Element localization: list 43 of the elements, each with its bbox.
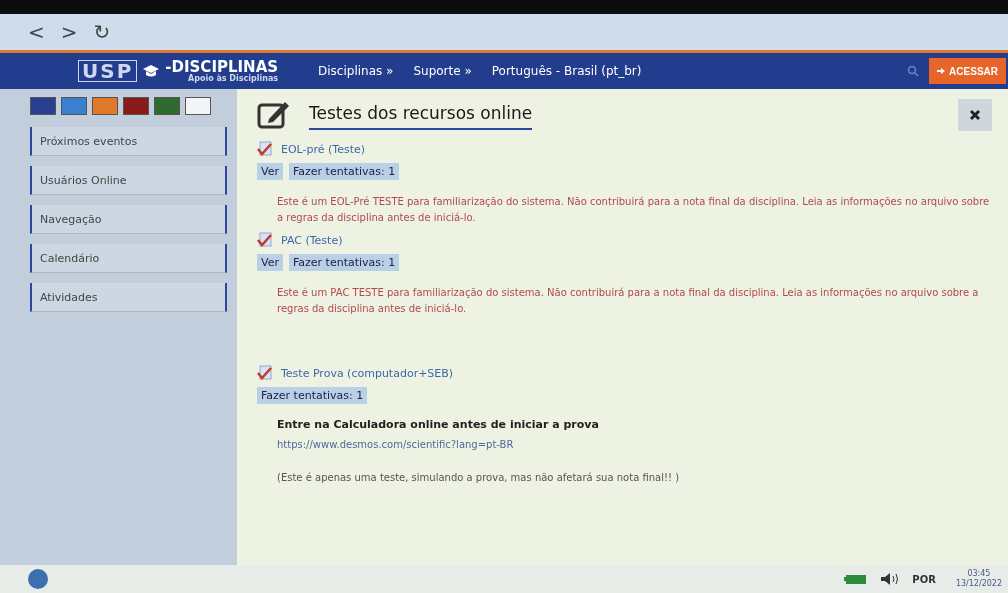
- activity-button[interactable]: Ver: [257, 163, 283, 180]
- edit-icon: [257, 99, 291, 129]
- activity-link[interactable]: Teste Prova (computador+SEB): [281, 366, 454, 380]
- start-button[interactable]: [28, 569, 48, 589]
- logo[interactable]: USP: [78, 60, 138, 82]
- clock-time[interactable]: 03:45: [967, 569, 991, 579]
- sidebar-block[interactable]: Usuários Online: [30, 166, 227, 195]
- activity-button[interactable]: Fazer tentativas: 1: [288, 163, 400, 180]
- battery-icon[interactable]: [844, 573, 869, 585]
- activity-link[interactable]: PAC (Teste): [281, 233, 343, 247]
- language-indicator[interactable]: POR: [912, 573, 936, 585]
- clock-date[interactable]: 13/12/2022: [955, 579, 1002, 589]
- sidebar-block[interactable]: Próximos eventos: [30, 127, 227, 156]
- quiz-icon: [257, 141, 273, 157]
- quiz-icon: [257, 365, 273, 381]
- activity-instruction: Entre na Calculadora online antes de iniciar a prova: [277, 418, 600, 431]
- close-button[interactable]: [958, 99, 992, 131]
- graduation-cap-icon: [142, 64, 161, 78]
- site-tagline: Apoio às Disciplinas: [187, 74, 279, 83]
- sign-in-icon: [937, 67, 947, 75]
- menu-link[interactable]: Disciplinas »: [318, 64, 394, 78]
- activity-note: (Este é apenas uma teste, simulando a prova, mas não afetará sua nota final!! ): [277, 472, 681, 483]
- sidebar-block[interactable]: Calendário: [30, 244, 227, 273]
- menu-link[interactable]: Suporte »: [413, 64, 472, 78]
- browser-nav-button[interactable]: ↻: [87, 20, 117, 44]
- activity-link[interactable]: EOL-pré (Teste): [281, 142, 366, 156]
- activity-button[interactable]: Ver: [257, 254, 283, 271]
- activity-description: Este é um EOL-Pré TESTE para familiarização do sistema. Não contribuirá para a nota final da disciplina. Leia as informações no arquivo sobre a regras da disciplina antes de iniciá-lo.: [277, 195, 991, 225]
- section-title: Testes dos recursos online: [309, 103, 533, 130]
- browser-nav-button[interactable]: >: [54, 20, 84, 44]
- close-icon: [969, 109, 981, 121]
- activity-description: Este é um PAC TESTE para familiarização do sistema. Não contribuirá para a nota final da disciplina. Leia as informações no arquivo sobre a regras da disciplina antes de iniciá-lo.: [277, 286, 980, 316]
- activity-button[interactable]: Fazer tentativas: 1: [257, 387, 368, 404]
- browser-nav-button[interactable]: <: [22, 20, 51, 44]
- menu-link[interactable]: Português - Brasil (pt_br): [491, 64, 642, 78]
- sidebar-block[interactable]: Atividades: [30, 283, 227, 312]
- search-icon[interactable]: [907, 65, 920, 77]
- activity-button[interactable]: Fazer tentativas: 1: [288, 254, 400, 271]
- site-title: -DISCIPLINAS: [165, 59, 279, 75]
- sidebar-block[interactable]: Navegação: [30, 205, 227, 234]
- quiz-icon: [257, 232, 273, 248]
- speaker-icon[interactable]: [880, 572, 901, 586]
- calculator-link[interactable]: https://www.desmos.com/scientific?lang=pt-BR: [277, 439, 992, 450]
